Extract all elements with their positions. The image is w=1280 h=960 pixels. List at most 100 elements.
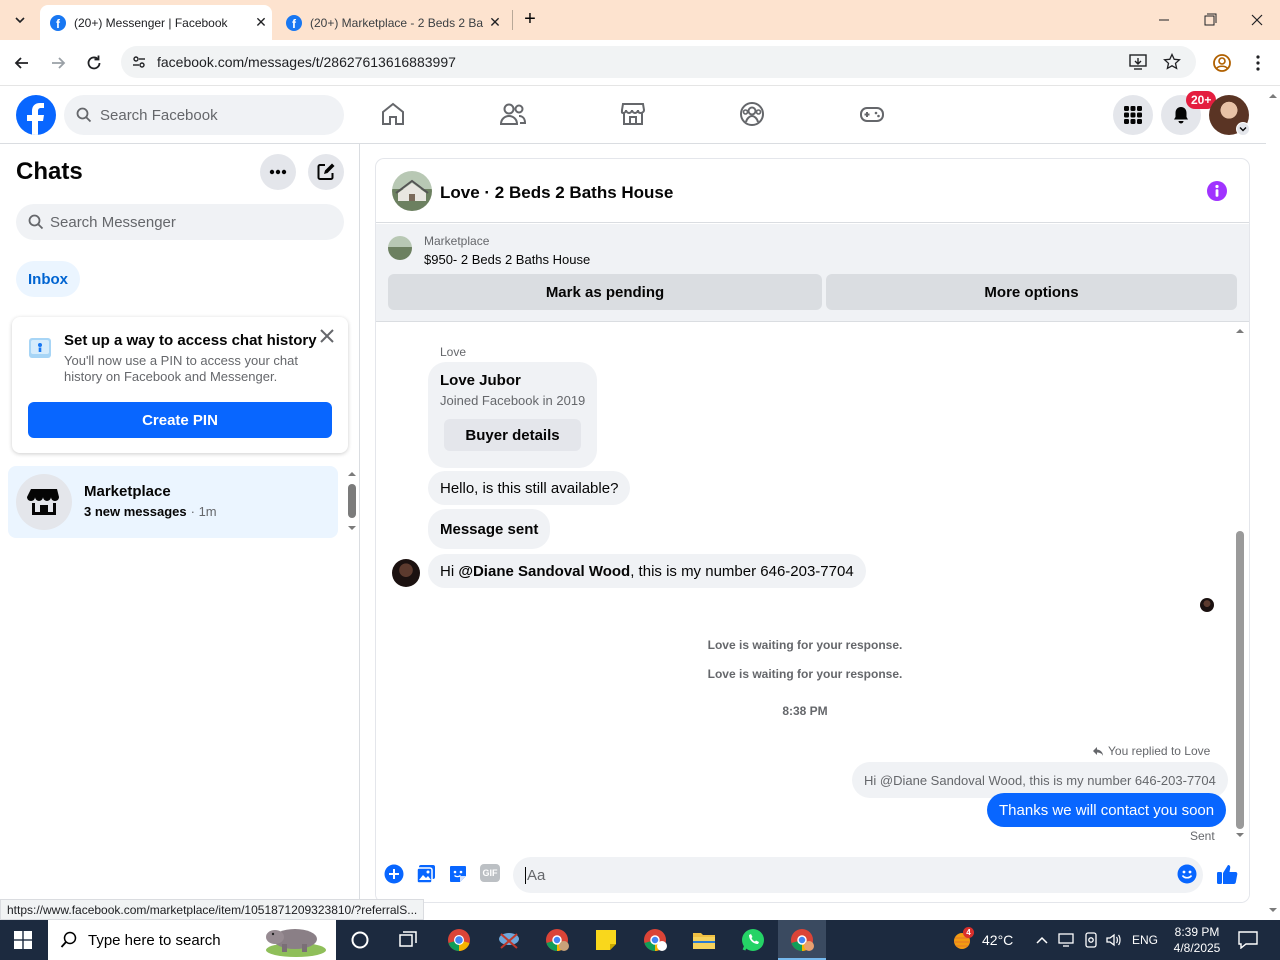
menu-grid-button[interactable]	[1113, 95, 1153, 135]
facebook-favicon-icon: f	[50, 14, 66, 31]
system-clock[interactable]: 8:39 PM 4/8/2025	[1170, 924, 1224, 956]
meet-now-icon[interactable]	[1083, 932, 1099, 948]
listing-avatar[interactable]	[392, 171, 432, 211]
notification-center-icon[interactable]	[1238, 931, 1258, 949]
tab-marketplace[interactable]: f (20+) Marketplace - 2 Beds 2 Ba ✕	[276, 5, 506, 40]
mention[interactable]: @Diane Sandoval Wood	[458, 563, 630, 580]
chat-history-pin-card: Set up a way to access chat history You'…	[12, 317, 348, 453]
buyer-profile-card: Love Jubor Joined Facebook in 2019 Buyer…	[428, 362, 597, 468]
install-app-icon[interactable]	[1129, 53, 1147, 71]
gaming-icon[interactable]	[858, 100, 888, 130]
chrome-profile-app-icon[interactable]	[545, 928, 569, 952]
chat-list-item-marketplace[interactable]: Marketplace 3 new messages · 1m	[8, 466, 338, 538]
windows-start-icon[interactable]	[14, 931, 32, 949]
facebook-favicon-icon: f	[286, 14, 302, 31]
close-window-icon[interactable]	[1245, 10, 1269, 30]
chrome-active-icon	[791, 929, 814, 951]
waiting-notice: Love is waiting for your response.	[707, 638, 903, 652]
tab-messenger[interactable]: f (20+) Messenger | Facebook ✕	[40, 5, 272, 40]
restore-window-icon[interactable]	[1198, 10, 1222, 30]
facebook-logo-icon[interactable]	[16, 95, 56, 135]
sticker-icon[interactable]	[448, 864, 468, 884]
account-chevron-down-icon[interactable]	[1236, 122, 1250, 136]
chat-options-button[interactable]	[260, 154, 296, 190]
message-bubble[interactable]: Hello, is this still available?	[428, 471, 631, 505]
chrome-app-icon[interactable]	[447, 928, 471, 952]
tab-title: (20+) Messenger | Facebook	[74, 15, 228, 30]
pin-info-icon	[29, 338, 51, 358]
chrome-profile-2-app-icon[interactable]	[643, 928, 667, 952]
message-bubble[interactable]: Message sent	[428, 509, 551, 549]
friends-icon[interactable]	[498, 100, 528, 130]
search-placeholder: Search Messenger	[50, 213, 176, 231]
message-text: Hi	[440, 562, 459, 580]
create-pin-button[interactable]: Create PIN	[28, 402, 332, 438]
message-bubble[interactable]: Hi @Diane Sandoval Wood , this is my num…	[428, 554, 866, 588]
volume-icon[interactable]	[1105, 932, 1123, 948]
marketplace-icon[interactable]	[619, 100, 649, 130]
task-view-icon[interactable]	[398, 930, 418, 950]
network-icon[interactable]	[1058, 932, 1076, 948]
sticky-notes-icon[interactable]	[594, 928, 618, 952]
back-arrow-icon[interactable]	[12, 53, 32, 73]
conversation-header: Love · 2 Beds 2 Baths House	[376, 159, 1249, 223]
like-thumb-icon[interactable]	[1215, 862, 1239, 886]
gif-icon[interactable]: GIF	[480, 864, 500, 882]
profile-icon[interactable]	[1212, 53, 1232, 73]
page-scrollbar[interactable]	[1266, 86, 1280, 920]
sender-avatar[interactable]	[392, 559, 420, 587]
chat-list-scrollbar[interactable]	[346, 470, 358, 532]
search-icon	[76, 107, 92, 123]
search-placeholder: Search Facebook	[100, 106, 218, 124]
site-info-icon[interactable]	[131, 54, 147, 70]
forward-arrow-icon[interactable]	[48, 53, 68, 73]
file-explorer-icon[interactable]	[692, 928, 716, 952]
snipping-tool-icon[interactable]	[497, 928, 521, 952]
browser-menu-icon[interactable]	[1250, 53, 1266, 73]
messages-scrollbar[interactable]	[1234, 325, 1246, 842]
more-actions-plus-icon[interactable]	[384, 864, 404, 884]
url-text: facebook.com/messages/t/2862761361688399…	[157, 54, 456, 70]
listing-label: Marketplace	[424, 234, 490, 248]
cortana-circle-icon[interactable]	[350, 930, 370, 950]
chat-time: · 1m	[190, 504, 217, 519]
tab-search-chevron-icon[interactable]	[8, 8, 32, 32]
close-tab-icon[interactable]: ✕	[250, 14, 272, 31]
attach-photo-icon[interactable]	[416, 864, 436, 884]
conversation-info-icon[interactable]	[1207, 181, 1227, 201]
reload-icon[interactable]	[84, 53, 104, 73]
active-chrome-taskbar-button[interactable]	[778, 920, 826, 960]
mark-as-pending-button[interactable]: Mark as pending	[388, 274, 822, 310]
browser-tab-bar: f (20+) Messenger | Facebook ✕ f (20+) M…	[0, 0, 1280, 40]
minimize-window-icon[interactable]	[1152, 10, 1176, 30]
buyer-details-button[interactable]: Buyer details	[444, 419, 581, 451]
sender-label: Love	[440, 345, 467, 359]
groups-icon[interactable]	[738, 100, 768, 130]
close-tab-icon[interactable]: ✕	[484, 14, 506, 31]
whatsapp-icon[interactable]	[741, 928, 765, 952]
chat-name: Marketplace	[84, 483, 171, 500]
address-bar[interactable]: facebook.com/messages/t/2862761361688399…	[121, 46, 1196, 78]
new-tab-plus-icon[interactable]: +	[520, 9, 540, 30]
bookmark-star-icon[interactable]	[1163, 53, 1181, 71]
new-message-button[interactable]	[308, 154, 344, 190]
message-text: , this is my number 646-203-7704	[630, 562, 854, 580]
message-input[interactable]: Aa	[513, 857, 1203, 893]
more-options-button[interactable]: More options	[826, 274, 1237, 310]
listing-thumbnail[interactable]	[388, 236, 412, 260]
close-icon[interactable]	[318, 327, 336, 345]
facebook-search-input[interactable]: Search Facebook	[64, 95, 344, 135]
temperature[interactable]: 42°C	[982, 932, 1013, 948]
my-message-bubble[interactable]: Thanks we will contact you soon	[987, 793, 1227, 827]
inbox-filter-tab[interactable]: Inbox	[16, 261, 80, 297]
listing-price-title[interactable]: $950- 2 Beds 2 Baths House	[424, 252, 590, 267]
tray-chevron-up-icon[interactable]	[1035, 933, 1049, 947]
taskbar-search-input[interactable]: Type here to search	[48, 920, 336, 960]
emoji-icon[interactable]	[1177, 864, 1197, 884]
conversation-title[interactable]: Love · 2 Beds 2 Baths House	[440, 183, 673, 203]
messenger-search-input[interactable]: Search Messenger	[16, 204, 344, 240]
clock-date: 4/8/2025	[1173, 941, 1221, 955]
input-language[interactable]: ENG	[1132, 933, 1158, 947]
home-icon[interactable]	[379, 100, 409, 130]
search-icon	[60, 931, 78, 949]
